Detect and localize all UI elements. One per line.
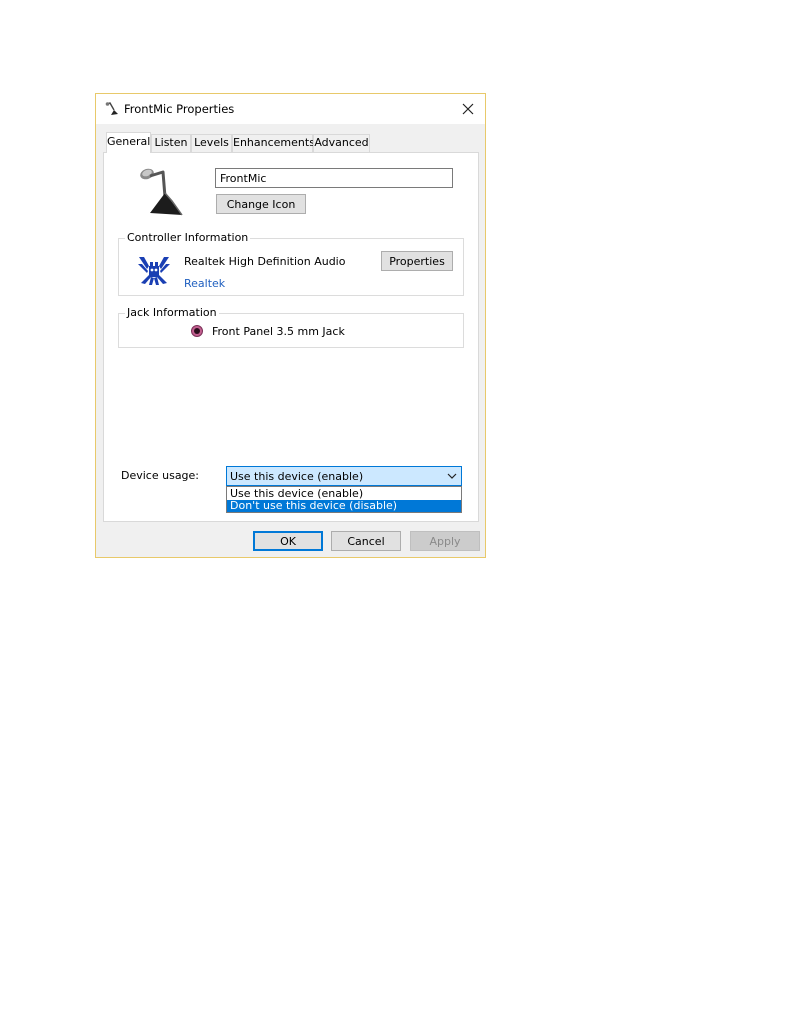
jack-group-label: Jack Information xyxy=(125,306,219,320)
controller-name: Realtek High Definition Audio xyxy=(184,255,346,268)
jack-description: Front Panel 3.5 mm Jack xyxy=(212,325,345,338)
jack-color-icon xyxy=(191,325,203,337)
close-button[interactable] xyxy=(451,94,485,124)
microphone-icon xyxy=(105,102,118,115)
tab-general[interactable]: General xyxy=(106,132,151,153)
device-name-input[interactable] xyxy=(215,168,453,188)
cancel-button[interactable]: Cancel xyxy=(331,531,401,551)
device-usage-dropdown-list: Use this device (enable) Don't use this … xyxy=(226,486,462,513)
jack-information-group: Jack Information Front Panel 3.5 mm Jack xyxy=(118,306,464,348)
window-title: FrontMic Properties xyxy=(124,102,235,116)
chevron-down-icon xyxy=(447,473,457,479)
tab-enhancements[interactable]: Enhancements xyxy=(232,134,315,152)
tab-levels[interactable]: Levels xyxy=(191,134,232,152)
device-usage-selected-value: Use this device (enable) xyxy=(230,470,364,483)
microphone-icon xyxy=(140,168,183,216)
close-icon xyxy=(462,103,474,115)
ok-button[interactable]: OK xyxy=(253,531,323,551)
controller-properties-button[interactable]: Properties xyxy=(381,251,453,271)
apply-button: Apply xyxy=(410,531,480,551)
tab-listen[interactable]: Listen xyxy=(151,134,191,152)
controller-vendor-link[interactable]: Realtek xyxy=(184,277,225,290)
controller-group-label: Controller Information xyxy=(125,231,251,245)
general-panel: Change Icon Controller Information xyxy=(103,152,479,522)
tab-advanced[interactable]: Advanced xyxy=(313,134,370,152)
dropdown-option-disable[interactable]: Don't use this device (disable) xyxy=(227,500,461,512)
change-icon-button[interactable]: Change Icon xyxy=(216,194,306,214)
controller-information-group: Controller Information Realtek High Defi… xyxy=(118,231,464,296)
realtek-crab-icon xyxy=(138,257,170,285)
properties-dialog: FrontMic Properties General Listen Level… xyxy=(95,93,486,558)
title-bar[interactable]: FrontMic Properties xyxy=(96,94,485,124)
device-usage-label: Device usage: xyxy=(121,469,200,482)
device-usage-select[interactable]: Use this device (enable) xyxy=(226,466,462,486)
